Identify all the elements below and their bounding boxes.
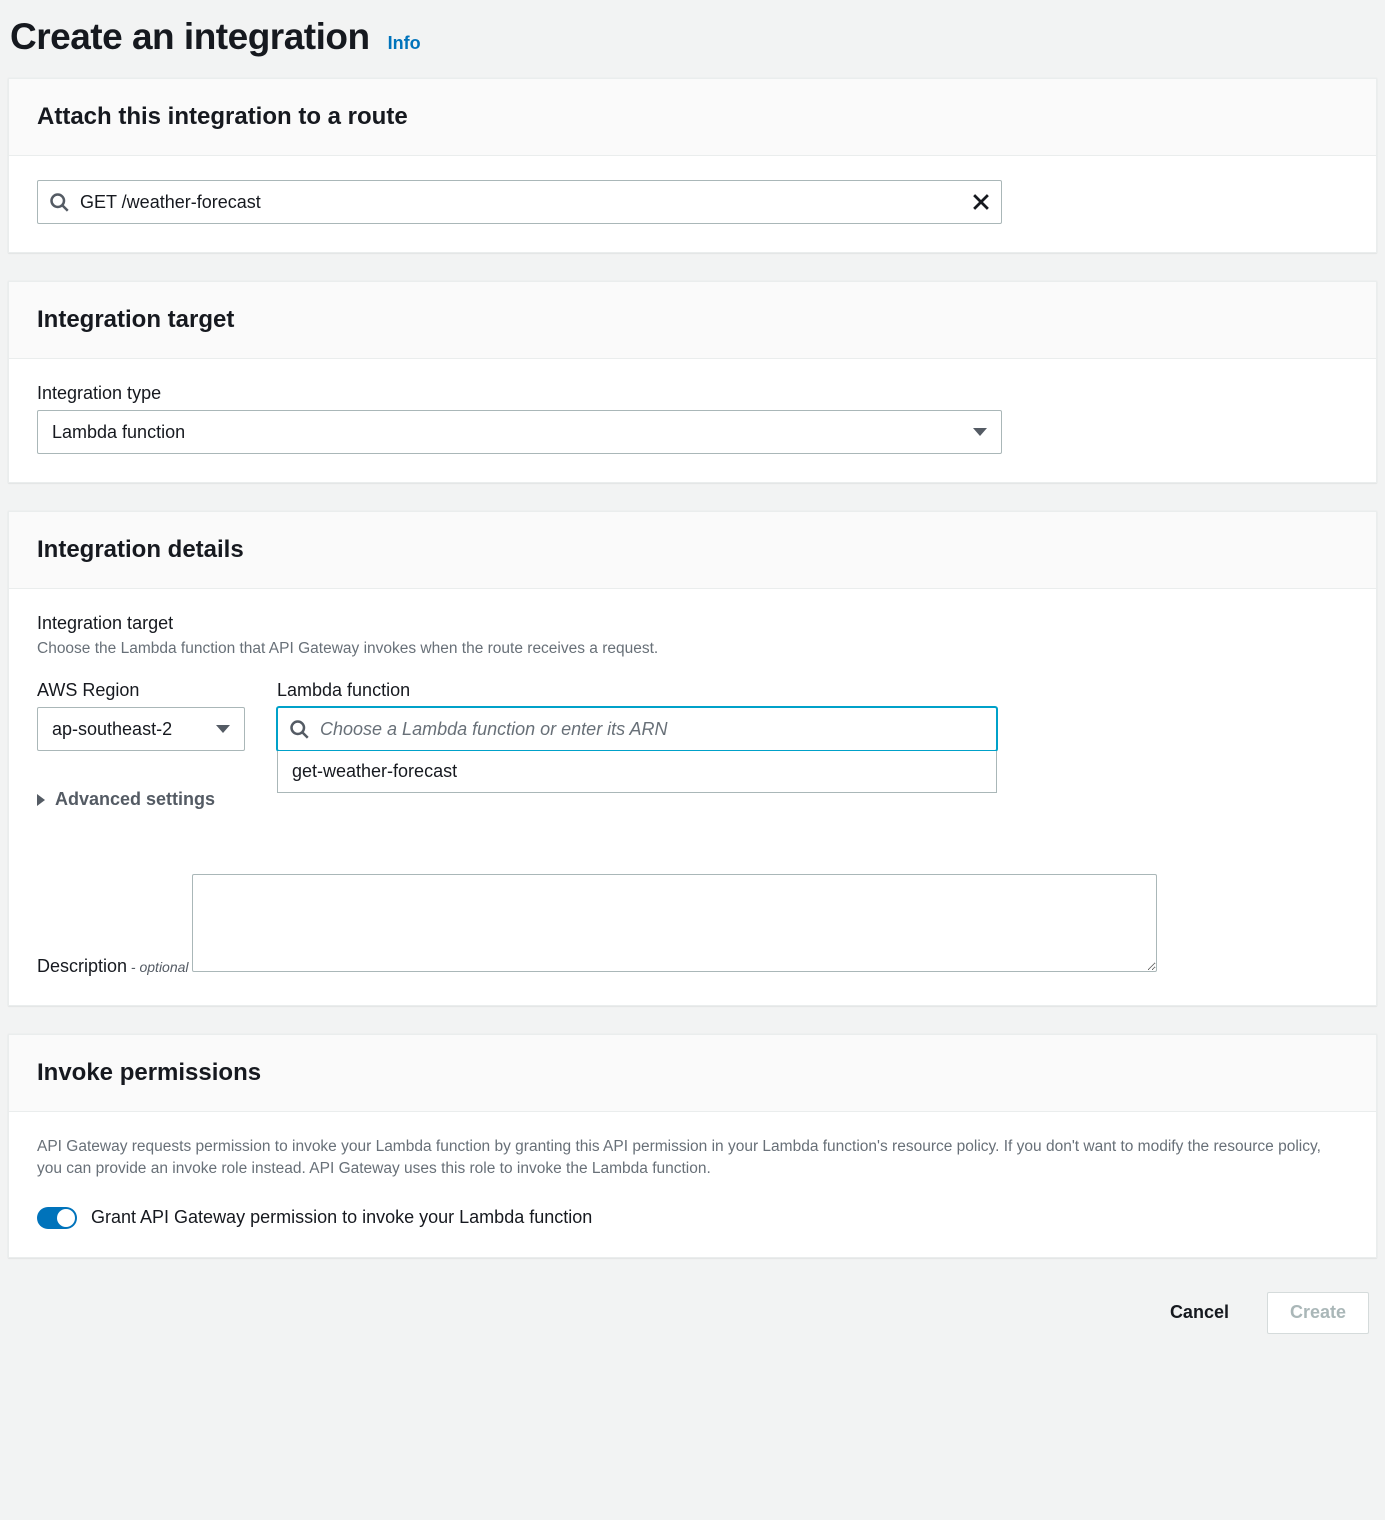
route-input[interactable]	[37, 180, 1002, 224]
region-select[interactable]: ap-southeast-2	[37, 707, 245, 751]
panel-invoke-permissions: Invoke permissions API Gateway requests …	[8, 1034, 1377, 1258]
lambda-dropdown: get-weather-forecast	[277, 751, 997, 793]
lambda-label: Lambda function	[277, 680, 997, 701]
route-search-wrap	[37, 180, 1002, 224]
details-heading: Integration details	[37, 536, 1348, 564]
lambda-function-input[interactable]	[277, 707, 997, 751]
chevron-right-icon	[37, 794, 45, 806]
region-label: AWS Region	[37, 680, 245, 701]
page-title: Create an integration	[10, 16, 370, 58]
details-target-hint: Choose the Lambda function that API Gate…	[37, 640, 1348, 658]
panel-integration-details: Integration details Integration target C…	[8, 511, 1377, 1006]
description-optional: - optional	[127, 959, 188, 975]
lambda-option[interactable]: get-weather-forecast	[278, 751, 996, 792]
description-label: Description	[37, 956, 127, 976]
cancel-button[interactable]: Cancel	[1148, 1292, 1251, 1334]
permissions-heading: Invoke permissions	[37, 1059, 1348, 1087]
target-heading: Integration target	[37, 306, 1348, 334]
advanced-settings-label: Advanced settings	[55, 789, 215, 810]
chevron-down-icon	[973, 428, 987, 436]
panel-integration-target: Integration target Integration type Lamb…	[8, 281, 1377, 483]
footer-actions: Cancel Create	[8, 1286, 1377, 1334]
panel-attach-route: Attach this integration to a route	[8, 78, 1377, 253]
description-textarea[interactable]	[192, 874, 1157, 972]
details-target-label: Integration target	[37, 613, 1348, 634]
grant-permission-label: Grant API Gateway permission to invoke y…	[91, 1207, 592, 1228]
integration-type-value: Lambda function	[52, 422, 185, 443]
region-value: ap-southeast-2	[52, 719, 172, 740]
chevron-down-icon	[216, 725, 230, 733]
integration-type-label: Integration type	[37, 383, 1348, 404]
create-button[interactable]: Create	[1267, 1292, 1369, 1334]
info-link[interactable]: Info	[388, 33, 421, 54]
permissions-text: API Gateway requests permission to invok…	[37, 1136, 1348, 1181]
grant-permission-toggle[interactable]	[37, 1207, 77, 1229]
integration-type-select[interactable]: Lambda function	[37, 410, 1002, 454]
attach-heading: Attach this integration to a route	[37, 103, 1348, 131]
